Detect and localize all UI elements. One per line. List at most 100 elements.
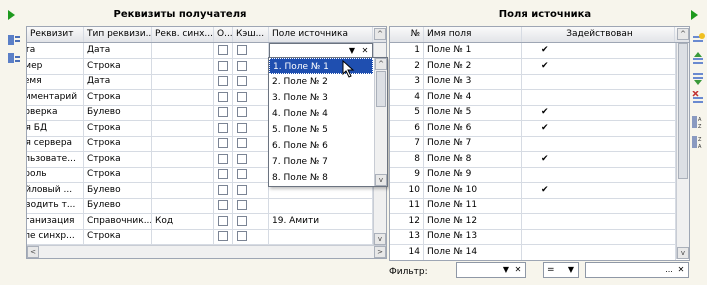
left-hscrollbar[interactable]: < > xyxy=(27,245,386,258)
right-scroll-down-icon[interactable]: v xyxy=(677,247,689,259)
field-name-cell[interactable]: Поле № 11 xyxy=(424,198,522,213)
cache-cell[interactable] xyxy=(233,120,269,136)
sort-desc-icon[interactable]: ZA xyxy=(691,135,705,150)
move-down-icon[interactable] xyxy=(691,71,705,85)
sync-attribute-cell[interactable] xyxy=(152,229,214,244)
attribute-type-cell[interactable]: Булево xyxy=(84,182,152,198)
table-row[interactable]: 5 Поле № 5 ✔ xyxy=(390,105,676,121)
dropdown-item[interactable]: 8. Поле № 8 xyxy=(269,170,373,186)
filter-value-clear-icon[interactable]: ✕ xyxy=(675,264,687,276)
o-checkbox[interactable] xyxy=(218,91,228,102)
cache-checkbox[interactable] xyxy=(237,200,247,210)
source-field-cell[interactable] xyxy=(269,198,373,213)
field-number-cell[interactable]: 10 xyxy=(390,182,424,198)
table-row[interactable]: 3 Поле № 3 xyxy=(390,74,676,90)
attribute-name-cell[interactable]: Организация xyxy=(27,213,84,229)
cache-checkbox[interactable] xyxy=(237,215,247,226)
cache-checkbox[interactable] xyxy=(237,153,247,164)
table-row[interactable]: 13 Поле № 13 xyxy=(390,229,676,245)
attribute-name-cell[interactable]: Номер xyxy=(27,58,84,74)
attribute-name-cell[interactable]: Имя сервера xyxy=(27,136,84,151)
table-row[interactable]: 4 Поле № 4 xyxy=(390,89,676,106)
field-used-cell[interactable] xyxy=(522,213,676,229)
clear-icon[interactable]: ✕ xyxy=(359,45,371,57)
field-used-cell[interactable] xyxy=(522,74,676,89)
cache-cell[interactable] xyxy=(233,229,269,244)
attribute-type-cell[interactable]: Булево xyxy=(84,198,152,213)
cache-cell[interactable] xyxy=(233,182,269,198)
table-sort-desc-icon[interactable] xyxy=(7,51,21,65)
filter-operator-dropdown-icon[interactable]: ▼ xyxy=(565,264,577,276)
o-cell[interactable] xyxy=(214,213,233,229)
field-name-cell[interactable]: Поле № 13 xyxy=(424,229,522,244)
attribute-name-cell[interactable]: Дата xyxy=(27,43,84,58)
table-row[interactable]: 6 Поле № 6 ✔ xyxy=(390,120,676,137)
dropdown-arrow-icon[interactable]: ▼ xyxy=(346,45,358,57)
col-header-source-field[interactable]: Поле источника xyxy=(269,27,373,42)
field-number-cell[interactable]: 8 xyxy=(390,151,424,167)
o-cell[interactable] xyxy=(214,120,233,136)
field-number-cell[interactable]: 11 xyxy=(390,198,424,213)
sync-attribute-cell[interactable] xyxy=(152,120,214,136)
o-cell[interactable] xyxy=(214,182,233,198)
cache-checkbox[interactable] xyxy=(237,231,247,241)
field-number-cell[interactable]: 9 xyxy=(390,167,424,182)
dropdown-scroll-down-icon[interactable]: v xyxy=(375,174,387,186)
sync-attribute-cell[interactable] xyxy=(152,43,214,58)
cache-cell[interactable] xyxy=(233,213,269,229)
attribute-type-cell[interactable]: Строка xyxy=(84,151,152,167)
field-name-cell[interactable]: Поле № 12 xyxy=(424,213,522,229)
scroll-left-icon[interactable]: < xyxy=(27,246,39,258)
table-row[interactable]: 10 Поле № 10 ✔ xyxy=(390,182,676,199)
table-row[interactable]: 11 Поле № 11 xyxy=(390,198,676,214)
table-sort-icon[interactable] xyxy=(7,33,21,47)
field-used-cell[interactable] xyxy=(522,198,676,213)
sync-attribute-cell[interactable] xyxy=(152,89,214,105)
attribute-name-cell[interactable]: Время xyxy=(27,74,84,89)
sort-asc-icon[interactable]: AZ xyxy=(691,115,705,130)
cache-cell[interactable] xyxy=(233,43,269,58)
attribute-name-cell[interactable]: Файловый ... xyxy=(27,182,84,198)
o-checkbox[interactable] xyxy=(218,107,228,117)
dropdown-item[interactable]: 1. Поле № 1 xyxy=(269,58,373,74)
field-used-cell[interactable]: ✔ xyxy=(522,151,676,167)
dropdown-item[interactable]: 3. Поле № 3 xyxy=(269,90,373,106)
field-number-cell[interactable]: 14 xyxy=(390,244,424,260)
cache-cell[interactable] xyxy=(233,198,269,213)
sync-attribute-cell[interactable] xyxy=(152,136,214,151)
o-cell[interactable] xyxy=(214,229,233,244)
sync-attribute-cell[interactable] xyxy=(152,198,214,213)
o-checkbox[interactable] xyxy=(218,215,228,226)
right-scroll-thumb[interactable] xyxy=(678,43,688,179)
filter-operator-select[interactable]: = ▼ xyxy=(543,262,579,278)
cache-cell[interactable] xyxy=(233,105,269,120)
sync-attribute-cell[interactable] xyxy=(152,151,214,167)
cache-cell[interactable] xyxy=(233,167,269,182)
attribute-type-cell[interactable]: Строка xyxy=(84,136,152,151)
field-name-cell[interactable]: Поле № 6 xyxy=(424,120,522,136)
o-checkbox[interactable] xyxy=(218,76,228,86)
field-name-cell[interactable]: Поле № 1 xyxy=(424,43,522,58)
o-checkbox[interactable] xyxy=(218,60,228,71)
field-number-cell[interactable]: 5 xyxy=(390,105,424,120)
o-checkbox[interactable] xyxy=(218,138,228,148)
o-checkbox[interactable] xyxy=(218,200,228,210)
cache-checkbox[interactable] xyxy=(237,91,247,102)
scroll-down-icon[interactable]: v xyxy=(374,233,386,245)
field-number-cell[interactable]: 13 xyxy=(390,229,424,244)
attribute-name-cell[interactable]: Проверка xyxy=(27,105,84,120)
col-header-o[interactable]: О... xyxy=(214,27,233,42)
field-used-cell[interactable] xyxy=(522,89,676,105)
o-checkbox[interactable] xyxy=(218,169,228,179)
o-cell[interactable] xyxy=(214,105,233,120)
o-cell[interactable] xyxy=(214,167,233,182)
col-header-sync[interactable]: Рекв. синх... xyxy=(152,27,214,42)
col-header-number[interactable]: № xyxy=(390,27,424,42)
o-cell[interactable] xyxy=(214,58,233,74)
field-number-cell[interactable]: 7 xyxy=(390,136,424,151)
cache-checkbox[interactable] xyxy=(237,122,247,133)
cache-checkbox[interactable] xyxy=(237,169,247,179)
table-row[interactable]: 8 Поле № 8 ✔ xyxy=(390,151,676,168)
cache-cell[interactable] xyxy=(233,136,269,151)
field-number-cell[interactable]: 2 xyxy=(390,58,424,74)
